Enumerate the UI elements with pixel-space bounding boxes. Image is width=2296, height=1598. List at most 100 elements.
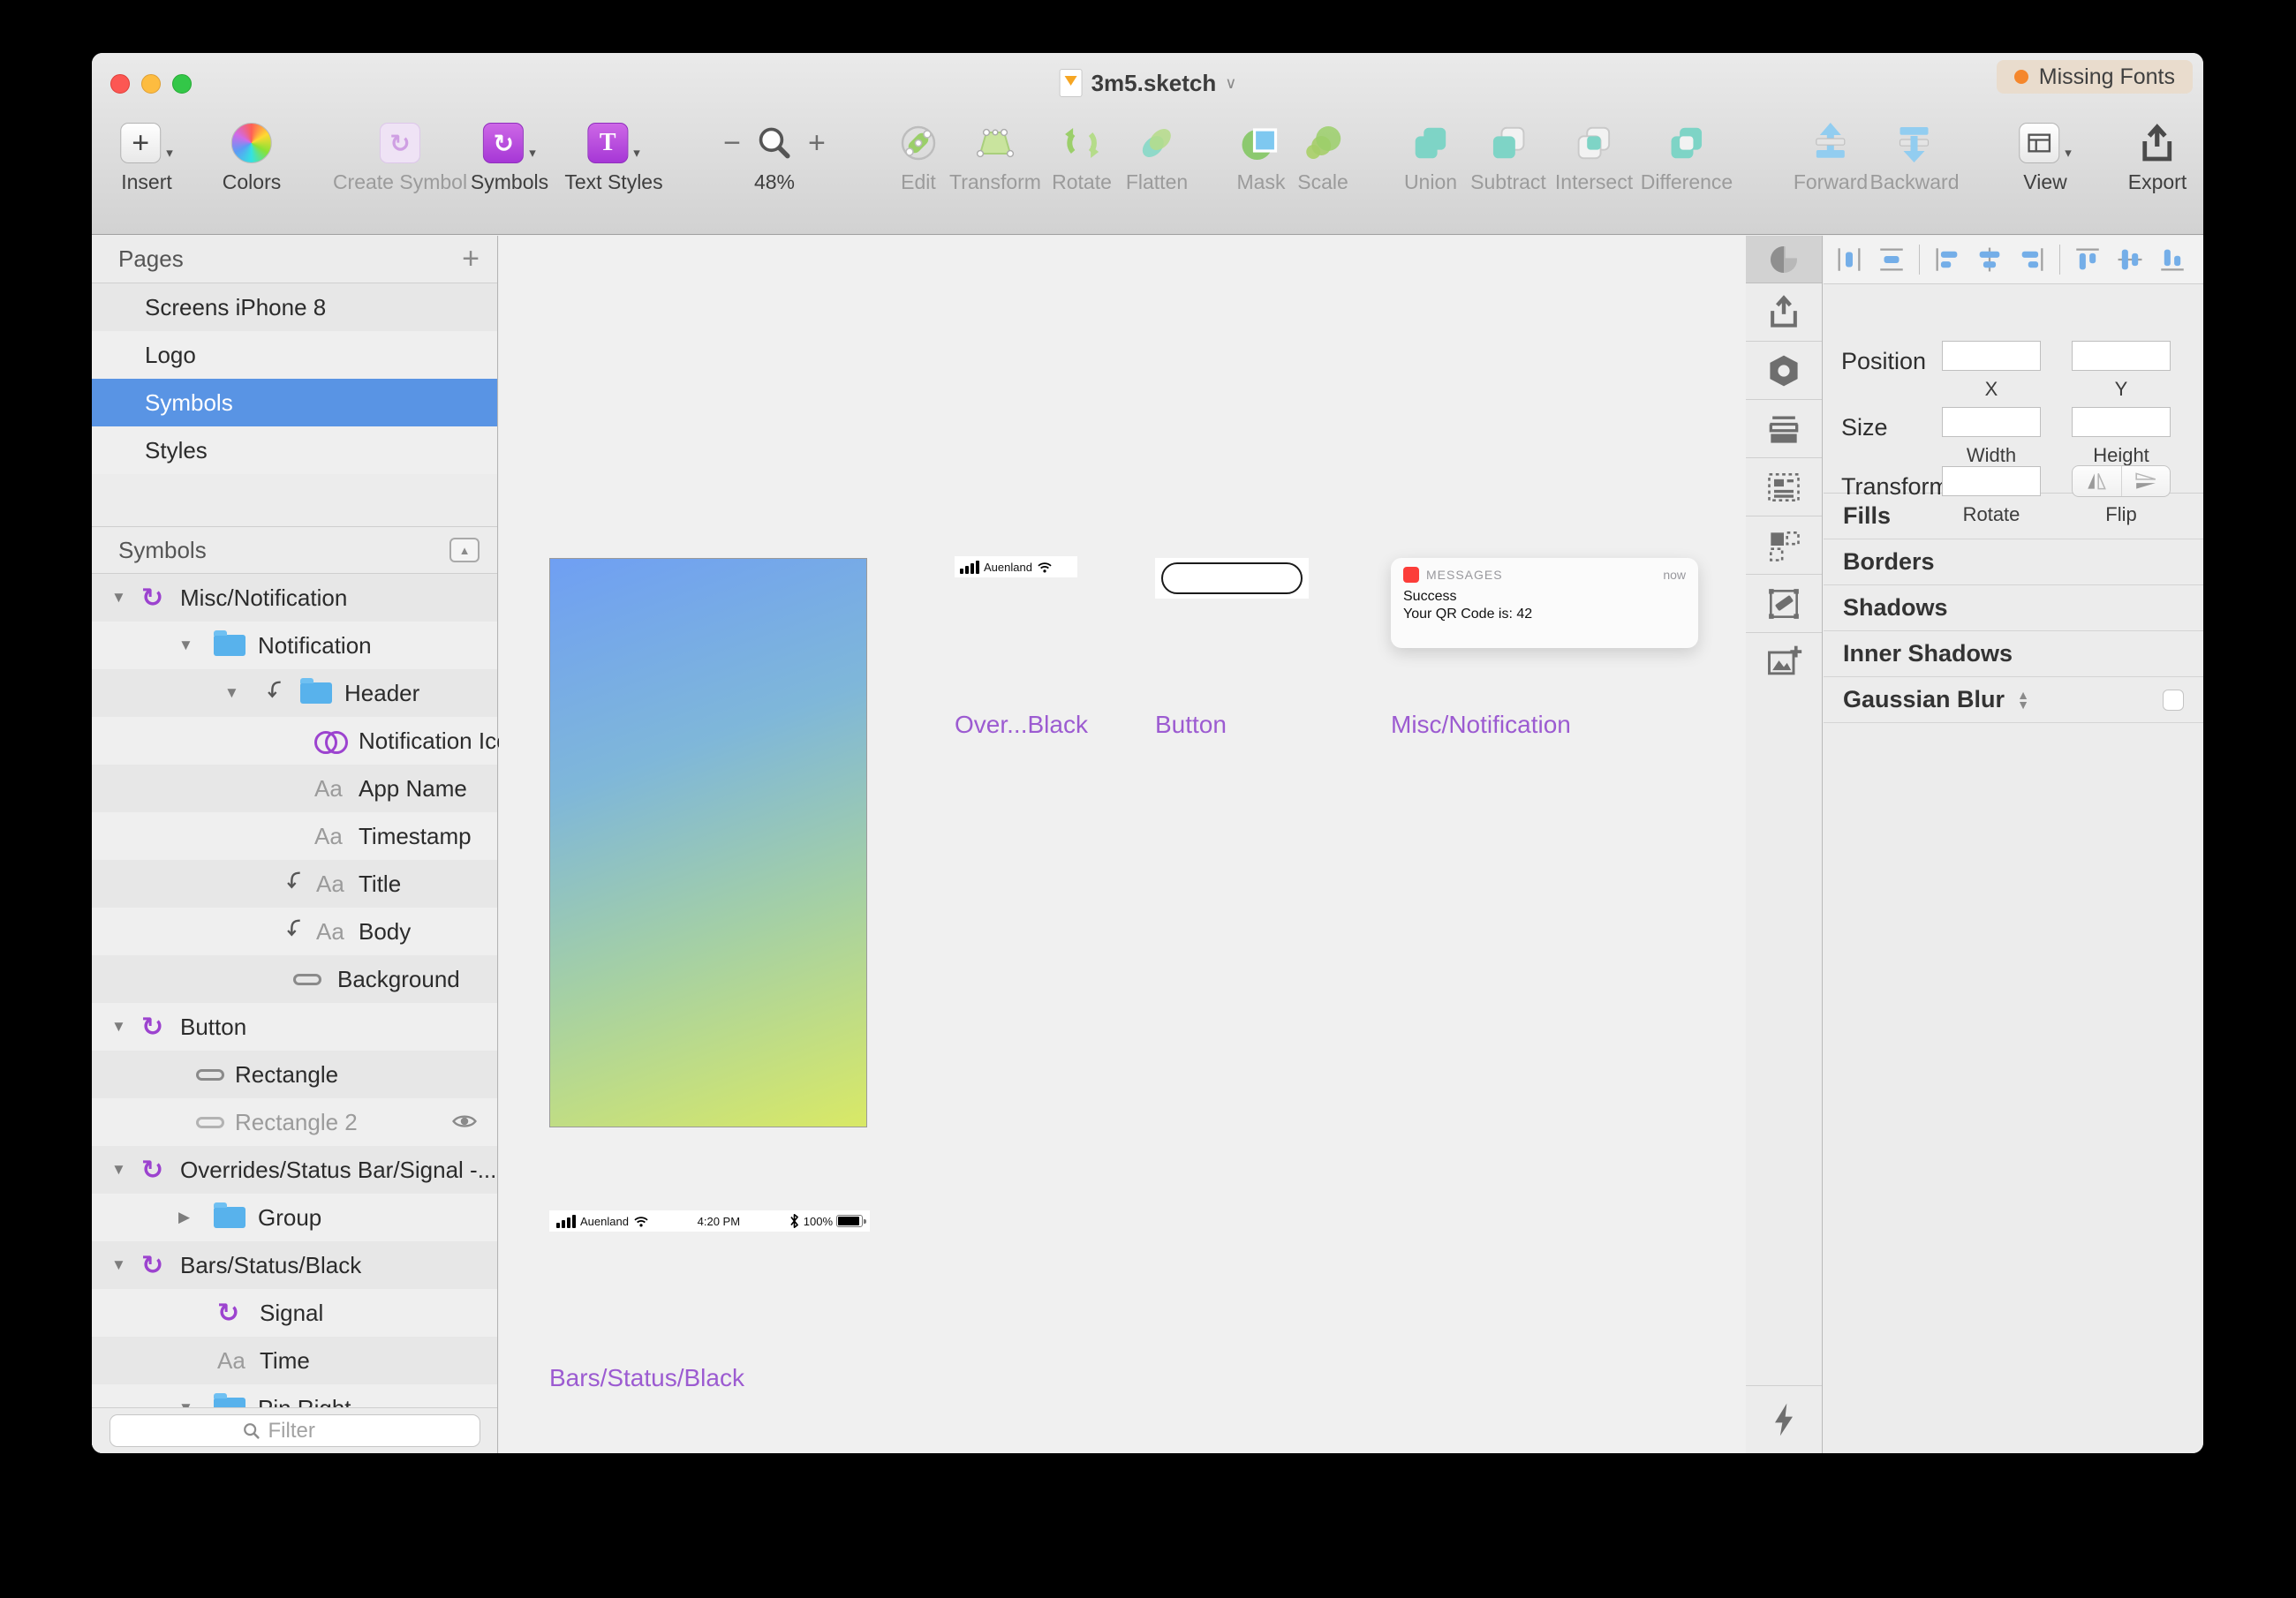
- artboard-label-misc-notification[interactable]: Misc/Notification: [1391, 711, 1571, 739]
- components-tab[interactable]: [1746, 236, 1822, 283]
- layer-row-group[interactable]: ▼ Notification: [92, 622, 497, 669]
- disclosure-down-icon[interactable]: ▼: [111, 1161, 126, 1179]
- close-button[interactable]: [110, 74, 130, 94]
- layer-row-text[interactable]: Aa Time: [92, 1337, 497, 1384]
- distribute-vertically-icon[interactable]: [1877, 245, 1907, 275]
- toolbar-zoom[interactable]: − + 48%: [723, 120, 826, 194]
- toolbar-backward: Backward: [1870, 120, 1960, 194]
- disclosure-down-icon[interactable]: ▼: [111, 589, 126, 607]
- align-top-icon[interactable]: [2073, 245, 2103, 275]
- fullscreen-button[interactable]: [172, 74, 192, 94]
- layer-row-shape[interactable]: Rectangle: [92, 1051, 497, 1098]
- symbol-master-icon: ↻: [141, 1250, 163, 1281]
- shadows-section-header[interactable]: Shadows: [1824, 585, 2203, 631]
- minimize-button[interactable]: [141, 74, 161, 94]
- add-image-icon: [1764, 643, 1803, 682]
- toolbar-view[interactable]: ▾ View: [2019, 120, 2072, 194]
- disclosure-down-icon[interactable]: ▼: [111, 1018, 126, 1036]
- toolbar-create-symbol: ↻ Create Symbol: [333, 120, 467, 194]
- flip-label: Flip: [2105, 503, 2136, 526]
- artboard-overrides-status-bar[interactable]: Auenland: [955, 556, 1077, 577]
- collapse-all-button[interactable]: ▲: [449, 538, 480, 562]
- layer-row-symbol-master[interactable]: ▼ ↻ Overrides/Status Bar/Signal -...: [92, 1146, 497, 1194]
- layers-panel-button[interactable]: [1746, 400, 1822, 458]
- eye-visibility-icon[interactable]: [451, 1109, 478, 1136]
- selection-panel-button[interactable]: [1746, 516, 1822, 575]
- stacked-layers-icon: [1764, 410, 1803, 448]
- gaussian-blur-section-header[interactable]: Gaussian Blur ▲▼: [1824, 677, 2203, 723]
- position-x-input[interactable]: [1942, 341, 2041, 371]
- layer-row-text[interactable]: Aa Timestamp: [92, 812, 497, 860]
- gaussian-blur-checkbox[interactable]: [2163, 690, 2184, 711]
- flip-horizontal-button[interactable]: [2073, 466, 2122, 496]
- missing-fonts-badge[interactable]: Missing Fonts: [1997, 60, 2193, 94]
- page-item-screens-iphone-8[interactable]: Screens iPhone 8: [92, 283, 497, 331]
- disclosure-right-icon[interactable]: ▶: [178, 1209, 190, 1226]
- layer-row-text[interactable]: Aa Title: [92, 860, 497, 908]
- size-height-input[interactable]: [2072, 407, 2171, 437]
- add-image-panel-button[interactable]: [1746, 633, 1822, 691]
- prototyping-button[interactable]: [1746, 1385, 1822, 1453]
- toolbar-export[interactable]: Export: [2128, 120, 2186, 194]
- toolbar-symbols[interactable]: ↻▾ Symbols: [471, 120, 548, 194]
- layer-row-symbol-master[interactable]: ▼ ↻ Bars/Status/Black: [92, 1241, 497, 1289]
- layer-row-symbol-master[interactable]: ▼ ↻ Misc/Notification: [92, 574, 497, 622]
- page-item-styles[interactable]: Styles: [92, 426, 497, 474]
- toolbar-flatten: Flatten: [1126, 120, 1188, 194]
- align-vertical-middle-icon[interactable]: [2115, 245, 2145, 275]
- settings-panel-button[interactable]: [1746, 342, 1822, 400]
- card-layout-panel-button[interactable]: [1746, 458, 1822, 516]
- borders-section-header[interactable]: Borders: [1824, 539, 2203, 585]
- layer-row-group[interactable]: ▶ Group: [92, 1194, 497, 1241]
- align-horizontal-center-icon[interactable]: [1975, 245, 2005, 275]
- layer-row-shape[interactable]: Background: [92, 955, 497, 1003]
- add-page-button[interactable]: +: [462, 242, 480, 276]
- layer-row-shape-hidden[interactable]: Rectangle 2: [92, 1098, 497, 1146]
- artboard-notification-card[interactable]: MESSAGES now Success Your QR Code is: 42: [1391, 558, 1698, 648]
- align-bottom-icon[interactable]: [2157, 245, 2187, 275]
- layer-row-text[interactable]: Aa App Name: [92, 765, 497, 812]
- layer-row-symbol-instance[interactable]: ↻ Signal: [92, 1289, 497, 1337]
- disclosure-down-icon[interactable]: ▼: [111, 1256, 126, 1274]
- align-left-icon[interactable]: [1932, 245, 1962, 275]
- page-item-symbols[interactable]: Symbols: [92, 379, 497, 426]
- symbol-instance-icon: [314, 731, 344, 750]
- zoom-in-button[interactable]: +: [808, 126, 826, 161]
- artboard-status-bar[interactable]: Auenland 4:20 PM 100%: [549, 1210, 870, 1232]
- difference-icon: [1666, 123, 1707, 163]
- artboard-button[interactable]: [1155, 558, 1309, 599]
- toolbar-colors[interactable]: Colors: [223, 120, 281, 194]
- page-item-logo[interactable]: Logo: [92, 331, 497, 379]
- canvas[interactable]: BG Over...Black Auenland Button Misc/Not…: [499, 236, 1746, 1453]
- rotate-input[interactable]: [1942, 466, 2041, 496]
- nut-hexagon-icon: [1764, 351, 1803, 390]
- artboard-bg-gradient[interactable]: [549, 558, 867, 1127]
- disclosure-down-icon[interactable]: ▼: [224, 684, 239, 702]
- distribute-horizontally-icon[interactable]: [1834, 245, 1864, 275]
- window-title[interactable]: 3m5.sketch ∨: [1060, 69, 1237, 97]
- flip-vertical-button[interactable]: [2122, 466, 2171, 496]
- inner-shadows-section-header[interactable]: Inner Shadows: [1824, 631, 2203, 677]
- battery-percent-label: 100%: [804, 1215, 833, 1228]
- disclosure-down-icon[interactable]: ▼: [178, 637, 193, 654]
- artboard-label-button[interactable]: Button: [1155, 711, 1227, 739]
- filter-field[interactable]: [110, 1414, 480, 1447]
- filter-input[interactable]: [268, 1419, 348, 1443]
- layer-row-symbol-instance[interactable]: Notification Icon: [92, 717, 497, 765]
- layer-row-symbol-master[interactable]: ▼ ↻ Button: [92, 1003, 497, 1051]
- artboard-label-bars-status-black[interactable]: Bars/Status/Black: [549, 1364, 744, 1392]
- layer-row-text[interactable]: Aa Body: [92, 908, 497, 955]
- align-right-icon[interactable]: [2017, 245, 2047, 275]
- share-panel-button[interactable]: [1746, 283, 1822, 342]
- blur-type-stepper-icon[interactable]: ▲▼: [2017, 690, 2029, 710]
- toolbar-insert[interactable]: +▾ Insert: [120, 120, 173, 194]
- edit-frame-panel-button[interactable]: [1746, 575, 1822, 633]
- pages-title: Pages: [118, 245, 184, 273]
- position-y-input[interactable]: [2072, 341, 2171, 371]
- zoom-out-button[interactable]: −: [723, 126, 741, 161]
- layer-row-group[interactable]: ▼ Header: [92, 669, 497, 717]
- artboard-label-over-black[interactable]: Over...Black: [955, 711, 1088, 739]
- toolbar-text-styles[interactable]: T▾ Text Styles: [564, 120, 662, 194]
- folder-icon: [300, 682, 332, 704]
- size-width-input[interactable]: [1942, 407, 2041, 437]
